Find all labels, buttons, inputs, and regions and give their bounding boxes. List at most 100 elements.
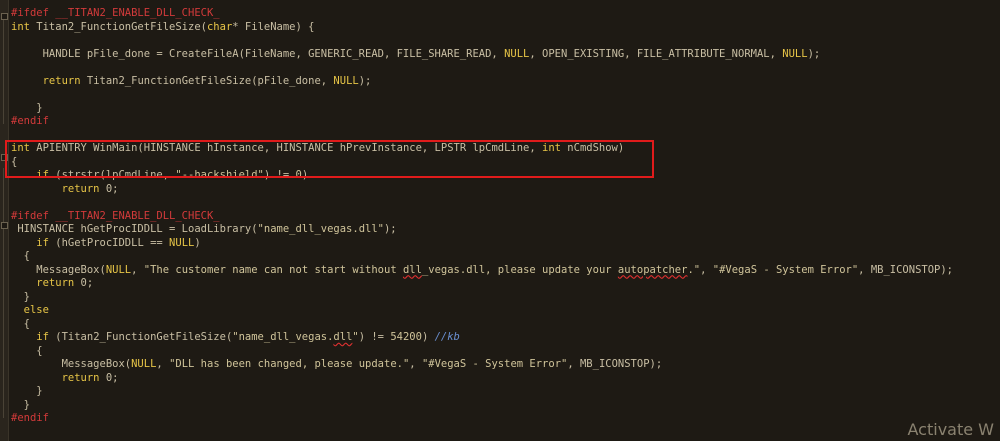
code-line[interactable]: MessageBox(NULL, "The customer name can … xyxy=(11,264,1000,278)
code-line[interactable]: { xyxy=(11,318,1000,332)
code-line[interactable] xyxy=(11,88,1000,102)
code-token: _vegas.dll, please update your xyxy=(421,263,618,276)
fold-toggle-icon[interactable] xyxy=(1,13,8,20)
code-token: #ifdef __TITAN2_ENABLE_DLL_CHECK_ xyxy=(11,7,220,19)
code-token: MessageBox( xyxy=(11,263,106,276)
code-line[interactable]: if (Titan2_FunctionGetFileSize("name_dll… xyxy=(11,331,1000,345)
code-line[interactable] xyxy=(11,129,1000,143)
code-token: return xyxy=(11,74,81,87)
code-token: 0; xyxy=(99,371,119,384)
code-editor[interactable]: #ifdef __TITAN2_ENABLE_DLL_CHECK_ int Tit… xyxy=(11,7,1000,426)
code-token: } xyxy=(11,385,43,397)
code-token: NULL xyxy=(131,358,157,370)
fold-gutter xyxy=(0,0,9,441)
code-token: (Titan2_FunctionGetFileSize( xyxy=(48,331,233,343)
code-token: } xyxy=(11,398,30,411)
code-token: , MB_ICONSTOP); xyxy=(858,263,953,276)
code-token: ) xyxy=(421,331,435,343)
code-line[interactable]: if (strstr(lpCmdLine, "--hackshield") !=… xyxy=(11,169,1000,183)
code-token: , MB_ICONSTOP); xyxy=(567,358,663,370)
code-line[interactable] xyxy=(11,34,1000,48)
code-line[interactable]: int APIENTRY WinMain(HINSTANCE hInstance… xyxy=(11,142,1000,156)
code-token: ) xyxy=(301,169,309,181)
code-token: if xyxy=(11,169,49,181)
code-line[interactable]: #ifdef __TITAN2_ENABLE_DLL_CHECK_ xyxy=(11,7,1000,21)
code-line[interactable]: return 0; xyxy=(11,372,1000,386)
code-line[interactable]: else xyxy=(11,304,1000,318)
code-token: NULL xyxy=(782,47,808,60)
code-token: return xyxy=(11,371,100,384)
code-line[interactable]: return 0; xyxy=(11,183,1000,197)
code-line[interactable] xyxy=(11,61,1000,75)
code-token: nCmdShow) xyxy=(560,142,625,154)
code-token: autopatcher xyxy=(617,263,688,276)
code-token: HANDLE pFile_done = CreateFileA(FileName… xyxy=(11,47,505,60)
code-token: Titan2_FunctionGetFileSize( xyxy=(29,20,207,33)
code-line[interactable]: } xyxy=(11,385,1000,399)
code-line[interactable]: } xyxy=(11,291,1000,305)
code-line[interactable]: { xyxy=(11,345,1000,359)
code-token: if xyxy=(11,236,49,249)
code-line[interactable]: #endif xyxy=(11,115,1000,129)
code-line[interactable]: } xyxy=(11,102,1000,116)
code-line[interactable]: { xyxy=(11,250,1000,264)
code-token: ." xyxy=(687,263,701,276)
fold-toggle-icon[interactable] xyxy=(1,222,8,229)
code-token: "#VegaS - System Error" xyxy=(421,358,568,370)
code-token: int xyxy=(11,142,30,154)
code-token: } xyxy=(11,290,30,303)
code-token: { xyxy=(11,317,30,330)
code-token: ); xyxy=(358,74,372,87)
code-token: return xyxy=(11,277,75,289)
code-token: { xyxy=(11,344,43,357)
code-token: , xyxy=(409,358,422,370)
code-token: , xyxy=(156,358,170,370)
code-line[interactable]: #ifdef __TITAN2_ENABLE_DLL_CHECK_ xyxy=(11,210,1000,224)
code-line[interactable]: } xyxy=(11,399,1000,413)
code-token: HINSTANCE hGetProcIDDLL = LoadLibrary( xyxy=(11,223,258,235)
code-line[interactable]: return 0; xyxy=(11,277,1000,291)
code-token: MessageBox( xyxy=(11,358,132,370)
code-token: #ifdef __TITAN2_ENABLE_DLL_CHECK_ xyxy=(11,209,220,222)
code-token: if xyxy=(11,331,49,343)
code-token: (hGetProcIDDLL == xyxy=(48,236,170,249)
code-token: int xyxy=(11,20,30,33)
code-token: { xyxy=(11,250,30,262)
code-token: ); xyxy=(807,47,821,60)
code-token: , OPEN_EXISTING, FILE_ATTRIBUTE_NORMAL, xyxy=(529,47,783,60)
fold-toggle-icon[interactable] xyxy=(1,154,8,161)
code-token: , xyxy=(131,263,144,276)
code-token: ) != xyxy=(358,331,391,343)
code-line[interactable]: HINSTANCE hGetProcIDDLL = LoadLibrary("n… xyxy=(11,223,1000,237)
activate-windows-watermark: Activate W xyxy=(907,420,994,439)
code-token: #endif xyxy=(11,412,49,424)
code-token: "The customer name can not start without xyxy=(143,263,403,276)
code-token: //kb xyxy=(434,331,460,343)
code-token: 0; xyxy=(74,277,94,289)
code-token: (strstr(lpCmdLine, xyxy=(48,169,176,181)
code-line[interactable]: int Titan2_FunctionGetFileSize(char* Fil… xyxy=(11,21,1000,35)
code-token: NULL xyxy=(504,47,530,60)
code-token: ) != xyxy=(263,169,296,181)
fold-guide xyxy=(3,14,4,124)
code-token: Titan2_FunctionGetFileSize(pFile_done, xyxy=(80,74,334,87)
code-token: "name_dll_vegas.dll" xyxy=(257,223,384,235)
code-line[interactable]: { xyxy=(11,156,1000,170)
code-token: ); xyxy=(383,223,397,235)
code-line[interactable]: if (hGetProcIDDLL == NULL) xyxy=(11,237,1000,251)
code-token: char xyxy=(206,20,233,33)
code-token: { xyxy=(11,155,18,168)
code-token: NULL xyxy=(333,74,359,87)
code-line[interactable] xyxy=(11,196,1000,210)
code-token: ) xyxy=(194,236,201,249)
code-token: APIENTRY WinMain(HINSTANCE hInstance, HI… xyxy=(29,142,543,154)
code-line[interactable]: #endif xyxy=(11,412,1000,426)
code-line[interactable]: return Titan2_FunctionGetFileSize(pFile_… xyxy=(11,75,1000,89)
code-line[interactable]: MessageBox(NULL, "DLL has been changed, … xyxy=(11,358,1000,372)
code-token: dll xyxy=(402,263,422,276)
code-token: int xyxy=(542,142,561,154)
code-token: #endif xyxy=(11,115,49,127)
code-line[interactable]: HANDLE pFile_done = CreateFileA(FileName… xyxy=(11,48,1000,62)
code-token: return xyxy=(11,182,100,195)
code-token: "--hackshield" xyxy=(175,169,264,181)
